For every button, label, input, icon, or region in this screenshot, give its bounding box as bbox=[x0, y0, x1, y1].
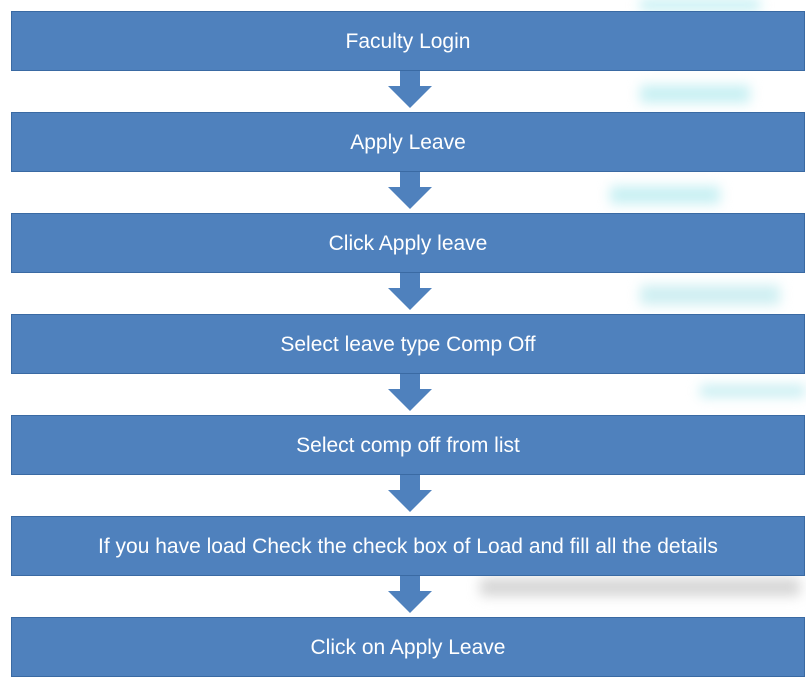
step-label: Click on Apply Leave bbox=[310, 635, 506, 659]
step-click-on-apply-leave: Click on Apply Leave bbox=[11, 617, 805, 677]
down-arrow-icon bbox=[388, 172, 432, 209]
step-label: Select comp off from list bbox=[296, 433, 520, 457]
step-label: Faculty Login bbox=[345, 29, 471, 53]
step-label: Click Apply leave bbox=[328, 231, 488, 255]
down-arrow-icon bbox=[388, 475, 432, 512]
step-label: Select leave type Comp Off bbox=[280, 332, 536, 356]
flowchart: Faculty Login Apply Leave Click Apply le… bbox=[0, 0, 806, 683]
down-arrow-icon bbox=[388, 576, 432, 613]
down-arrow-icon bbox=[388, 374, 432, 411]
down-arrow-icon bbox=[388, 273, 432, 310]
step-faculty-login: Faculty Login bbox=[11, 11, 805, 71]
step-label: If you have load Check the check box of … bbox=[98, 534, 718, 558]
step-label: Apply Leave bbox=[350, 130, 466, 154]
step-click-apply-leave: Click Apply leave bbox=[11, 213, 805, 273]
step-apply-leave: Apply Leave bbox=[11, 112, 805, 172]
step-select-comp-off: Select comp off from list bbox=[11, 415, 805, 475]
step-select-leave-type: Select leave type Comp Off bbox=[11, 314, 805, 374]
down-arrow-icon bbox=[388, 71, 432, 108]
step-fill-load-details: If you have load Check the check box of … bbox=[11, 516, 805, 576]
